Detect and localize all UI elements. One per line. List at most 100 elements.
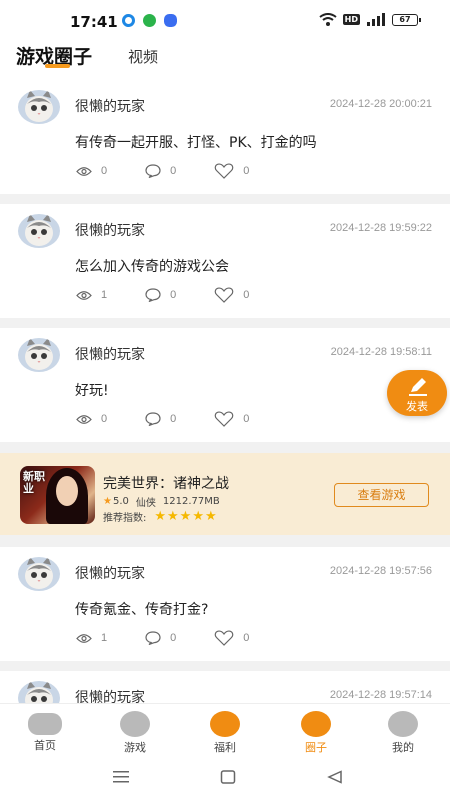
heart-bubble-icon — [120, 711, 150, 737]
top-tabs: 游戏圈子 视频 — [0, 38, 450, 80]
views-stat: 0 — [76, 413, 107, 425]
comments-stat[interactable]: 0 — [145, 288, 176, 302]
system-nav — [0, 756, 450, 800]
sunglasses-face-icon — [388, 711, 418, 737]
notification-app-icon — [122, 14, 135, 27]
tab-video[interactable]: 视频 — [128, 46, 158, 67]
post-card[interactable]: 很懒的玩家 2024-12-28 19:59:22 怎么加入传奇的游戏公会 1 … — [0, 204, 450, 318]
post-time: 2024-12-28 19:57:14 — [329, 689, 432, 701]
post-username[interactable]: 很懒的玩家 — [75, 344, 145, 364]
comment-icon — [145, 631, 161, 645]
likes-count: 0 — [243, 632, 250, 644]
cat-face — [25, 338, 53, 370]
comments-stat[interactable]: 0 — [145, 164, 176, 178]
cat-face — [25, 214, 53, 246]
comment-icon — [145, 288, 161, 302]
avatar[interactable] — [18, 681, 60, 703]
post-text[interactable]: 传奇氪金、传奇打金? — [75, 599, 208, 619]
back-triangle-icon[interactable] — [327, 770, 343, 784]
edit-pen-icon — [409, 378, 427, 396]
comments-stat[interactable]: 0 — [145, 412, 176, 426]
views-count: 0 — [101, 413, 108, 425]
post-card[interactable]: 很懒的玩家 2024-12-28 19:57:56 传奇氪金、传奇打金? 1 0… — [0, 547, 450, 661]
post-username[interactable]: 很懒的玩家 — [75, 220, 145, 240]
nav-label: 福利 — [214, 741, 236, 754]
comments-count: 0 — [170, 632, 177, 644]
comment-icon — [145, 412, 161, 426]
post-stats: 0 0 0 — [76, 163, 287, 179]
nav-item-home[interactable]: 首页 — [15, 711, 75, 753]
nav-label: 首页 — [34, 739, 56, 752]
post-username[interactable]: 很懒的玩家 — [75, 563, 145, 583]
game-rating: 5.0 — [112, 496, 129, 507]
likes-count: 0 — [243, 165, 250, 177]
cat-face — [25, 681, 53, 703]
cat-face — [25, 90, 53, 122]
game-name[interactable]: 完美世界：诸神之战 — [103, 473, 229, 493]
eye-icon — [76, 166, 92, 176]
views-count: 1 — [101, 632, 108, 644]
status-app-icons — [122, 14, 177, 27]
game-icon[interactable]: 新职业 — [20, 466, 95, 524]
home-square-icon[interactable] — [220, 770, 236, 784]
nav-label: 游戏 — [124, 741, 146, 754]
post-card[interactable]: 很懒的玩家 2024-12-28 20:00:21 有传奇一起开服、打怪、PK、… — [0, 80, 450, 194]
post-feed[interactable]: 很懒的玩家 2024-12-28 20:00:21 有传奇一起开服、打怪、PK、… — [0, 80, 450, 703]
likes-stat[interactable]: 0 — [214, 163, 249, 179]
views-stat: 0 — [76, 165, 107, 177]
comments-stat[interactable]: 0 — [145, 631, 176, 645]
comments-count: 0 — [170, 165, 177, 177]
status-bar: 17:41 HD 67 — [0, 0, 450, 38]
baidu-notification-icon — [164, 14, 177, 27]
post-text[interactable]: 有传奇一起开服、打怪、PK、打金的吗 — [75, 132, 317, 152]
view-game-button[interactable]: 查看游戏 — [334, 483, 429, 507]
nav-label: 我的 — [392, 741, 414, 754]
recommend-stars: ★★★★★ — [154, 509, 218, 524]
views-count: 1 — [101, 289, 108, 301]
likes-count: 0 — [243, 413, 250, 425]
nav-item-mine[interactable]: 我的 — [373, 711, 433, 755]
views-stat: 1 — [76, 632, 107, 644]
status-time: 17:41 — [70, 13, 118, 31]
post-text[interactable]: 好玩! — [75, 380, 109, 400]
nav-label: 圈子 — [305, 741, 327, 754]
post-stats: 1 0 0 — [76, 287, 287, 303]
game-recommend: 推荐指数: ★★★★★ — [103, 509, 218, 524]
post-stats: 0 0 0 — [76, 411, 287, 427]
likes-stat[interactable]: 0 — [214, 630, 249, 646]
nav-item-welfare[interactable]: 福利 — [195, 711, 255, 755]
post-time: 2024-12-28 20:00:21 — [329, 98, 432, 110]
eye-icon — [76, 414, 92, 424]
hd-badge: HD — [342, 14, 360, 25]
bottom-nav: 首页 游戏 福利 圈子 我的 — [0, 703, 450, 756]
comment-icon — [145, 164, 161, 178]
avatar[interactable] — [18, 90, 60, 124]
recommend-label: 推荐指数: — [103, 513, 147, 524]
game-size: 1212.77MB — [162, 496, 220, 507]
avatar[interactable] — [18, 214, 60, 248]
gift-icon — [210, 711, 240, 737]
wifi-icon — [319, 13, 337, 26]
views-stat: 1 — [76, 289, 107, 301]
game-badge: 新职业 — [23, 470, 45, 495]
nav-item-circle[interactable]: 圈子 — [286, 711, 346, 755]
post-username[interactable]: 很懒的玩家 — [75, 687, 145, 703]
avatar[interactable] — [18, 338, 60, 372]
nav-item-games[interactable]: 游戏 — [105, 711, 165, 755]
publish-post-button[interactable]: 发表 — [387, 370, 447, 416]
likes-count: 0 — [243, 289, 250, 301]
publish-label: 发表 — [406, 400, 428, 413]
game-meta: ★ 5.0 仙侠 1212.77MB — [103, 494, 227, 509]
post-time: 2024-12-28 19:58:11 — [330, 346, 432, 358]
likes-stat[interactable]: 0 — [214, 411, 249, 427]
game-art-face — [56, 476, 78, 506]
avatar[interactable] — [18, 557, 60, 591]
post-text[interactable]: 怎么加入传奇的游戏公会 — [75, 256, 229, 276]
likes-stat[interactable]: 0 — [214, 287, 249, 303]
eye-icon — [76, 290, 92, 300]
post-card[interactable]: 很懒的玩家 2024-12-28 19:57:14 — [0, 671, 450, 703]
game-ad-banner[interactable]: 新职业 完美世界：诸神之战 ★ 5.0 仙侠 1212.77MB 推荐指数: ★… — [0, 453, 450, 535]
post-card[interactable]: 很懒的玩家 2024-12-28 19:58:11 好玩! 0 0 0 — [0, 328, 450, 442]
menu-icon[interactable] — [113, 770, 129, 784]
post-username[interactable]: 很懒的玩家 — [75, 96, 145, 116]
